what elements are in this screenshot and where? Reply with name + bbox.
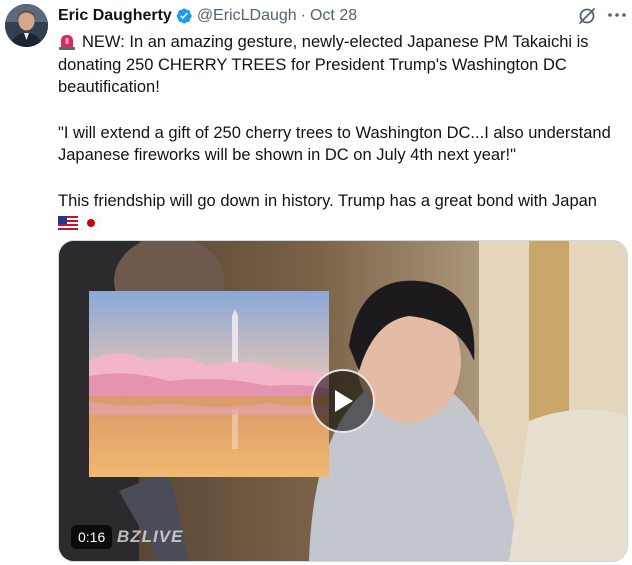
tweet-text: NEW: In an amazing gesture, newly-electe… (58, 31, 630, 235)
play-icon (335, 390, 353, 412)
tweet-quote: "I will extend a gift of 250 cherry tree… (58, 123, 611, 165)
author-name[interactable]: Eric Daugherty (58, 7, 172, 25)
flag-row (58, 212, 630, 235)
play-button[interactable] (311, 369, 375, 433)
tweet-body-1: NEW: In an amazing gesture, newly-electe… (58, 33, 589, 96)
author-handle[interactable]: @EricLDaugh (197, 7, 297, 25)
more-icon[interactable] (606, 5, 628, 25)
tweet-line-1: NEW: In an amazing gesture, newly-electe… (58, 31, 630, 99)
tweet-header: Eric Daugherty @EricLDaugh · Oct 28 (58, 5, 357, 27)
us-flag-icon (58, 216, 78, 230)
cherry-blossom-inset (89, 291, 329, 477)
author-avatar[interactable] (5, 4, 48, 47)
video-watermark: BZLIVE (117, 527, 184, 546)
video-player[interactable]: 0:16 BZLIVE (58, 240, 628, 562)
japan-flag-icon (82, 216, 100, 230)
tweet-date[interactable]: Oct 28 (310, 7, 357, 25)
grok-icon[interactable] (577, 6, 597, 26)
video-duration: 0:16 (71, 525, 113, 549)
header-separator: · (300, 7, 306, 24)
tweet-closing: This friendship will go down in history.… (58, 191, 597, 210)
siren-icon (59, 35, 75, 50)
verified-badge-icon (176, 8, 192, 24)
